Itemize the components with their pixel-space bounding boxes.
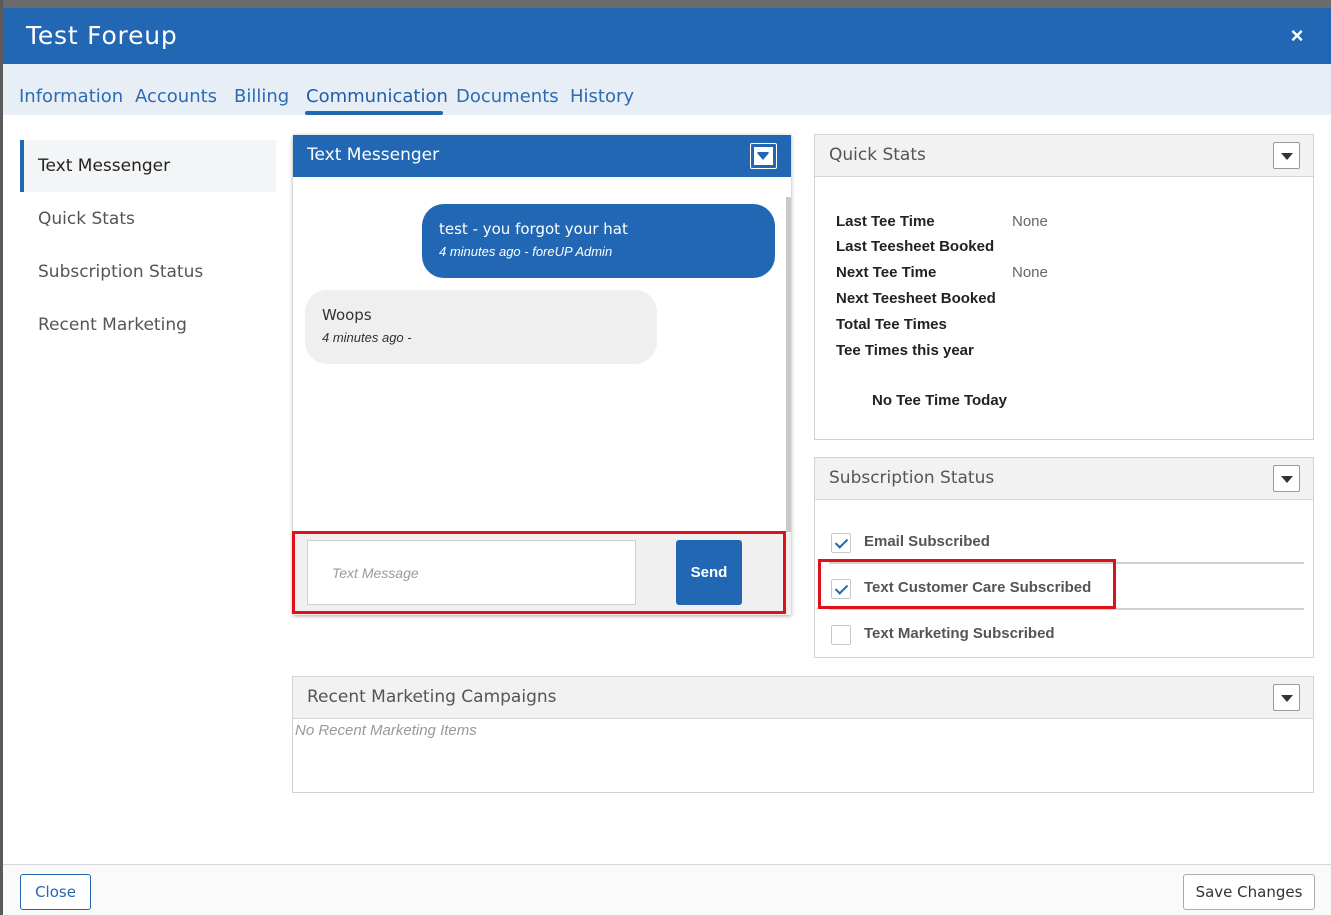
tab-information[interactable]: Information xyxy=(19,86,123,107)
subscription-status-collapse-button[interactable] xyxy=(1273,465,1300,492)
messages-scrollbar[interactable] xyxy=(786,197,791,532)
message-composer: Send xyxy=(293,532,791,615)
recent-marketing-title: Recent Marketing Campaigns xyxy=(307,687,557,707)
subscription-row-email: Email Subscribed xyxy=(829,517,1304,563)
tab-documents[interactable]: Documents xyxy=(456,86,559,107)
subscription-row-text-care: Text Customer Care Subscribed xyxy=(829,563,1304,609)
text-message-input[interactable] xyxy=(307,540,636,605)
stat-value: None xyxy=(1012,264,1048,281)
subscription-row-text-marketing: Text Marketing Subscribed xyxy=(829,609,1304,655)
message-text: Woops xyxy=(322,306,372,324)
email-subscribed-checkbox[interactable] xyxy=(831,533,851,553)
save-changes-button[interactable]: Save Changes xyxy=(1183,874,1315,910)
close-icon[interactable]: × xyxy=(1283,22,1311,50)
recent-marketing-empty: No Recent Marketing Items xyxy=(295,722,477,739)
stat-label: Next Teesheet Booked xyxy=(836,290,996,307)
recent-marketing-header: Recent Marketing Campaigns xyxy=(293,677,1313,719)
customer-modal: Test Foreup × Information Accounts Billi… xyxy=(3,8,1331,915)
subscription-status-title: Subscription Status xyxy=(829,468,995,488)
quick-stats-header: Quick Stats xyxy=(815,135,1313,177)
tee-time-today-note: No Tee Time Today xyxy=(872,392,1008,409)
message-text: test - you forgot your hat xyxy=(439,220,628,238)
tab-billing[interactable]: Billing xyxy=(234,86,289,107)
tab-bar: Information Accounts Billing Communicati… xyxy=(3,64,1331,115)
quick-stats-collapse-button[interactable] xyxy=(1273,142,1300,169)
sidenav-item-quick-stats[interactable]: Quick Stats xyxy=(20,193,276,245)
subscription-label: Text Customer Care Subscribed xyxy=(864,579,1092,596)
stat-label: Last Teesheet Booked xyxy=(836,238,995,255)
text-messenger-title: Text Messenger xyxy=(307,145,440,165)
subscription-status-panel: Subscription Status Email Subscribed Tex… xyxy=(814,457,1314,658)
stat-label: Total Tee Times xyxy=(836,316,947,333)
recent-marketing-panel: Recent Marketing Campaigns No Recent Mar… xyxy=(292,676,1314,793)
message-bubble-outgoing: test - you forgot your hat 4 minutes ago… xyxy=(422,204,775,278)
stat-value: None xyxy=(1012,213,1048,230)
tab-history[interactable]: History xyxy=(570,86,634,107)
subscription-label: Text Marketing Subscribed xyxy=(864,625,1055,642)
message-bubble-incoming: Woops 4 minutes ago - xyxy=(305,290,657,364)
chevron-down-icon xyxy=(754,147,773,165)
text-marketing-subscribed-checkbox[interactable] xyxy=(831,625,851,645)
recent-marketing-collapse-button[interactable] xyxy=(1273,684,1300,711)
text-care-subscribed-checkbox[interactable] xyxy=(831,579,851,599)
sidenav-item-subscription-status[interactable]: Subscription Status xyxy=(20,246,276,298)
modal-title: Test Foreup xyxy=(26,21,178,50)
sidenav-item-recent-marketing[interactable]: Recent Marketing xyxy=(20,299,276,351)
text-messenger-header: Text Messenger xyxy=(293,135,791,177)
text-messenger-panel: Text Messenger test - you forgot your ha… xyxy=(293,135,791,615)
message-meta: 4 minutes ago - xyxy=(322,330,412,345)
stat-label: Next Tee Time xyxy=(836,264,937,281)
sidenav-item-text-messenger[interactable]: Text Messenger xyxy=(20,140,276,192)
text-messenger-collapse-button[interactable] xyxy=(750,143,777,169)
tab-accounts[interactable]: Accounts xyxy=(135,86,217,107)
stat-label: Last Tee Time xyxy=(836,213,935,230)
message-meta: 4 minutes ago - foreUP Admin xyxy=(439,244,613,259)
subscription-status-header: Subscription Status xyxy=(815,458,1313,500)
send-button[interactable]: Send xyxy=(676,540,742,605)
modal-footer: Close Save Changes xyxy=(3,864,1331,915)
stat-label: Tee Times this year xyxy=(836,342,974,359)
quick-stats-title: Quick Stats xyxy=(829,145,926,165)
tab-communication[interactable]: Communication xyxy=(306,86,448,107)
close-button[interactable]: Close xyxy=(20,874,91,910)
modal-titlebar: Test Foreup × xyxy=(3,8,1331,64)
quick-stats-panel: Quick Stats Last Tee Time None Last Tees… xyxy=(814,134,1314,440)
active-tab-indicator xyxy=(305,111,443,115)
subscription-label: Email Subscribed xyxy=(864,533,990,550)
